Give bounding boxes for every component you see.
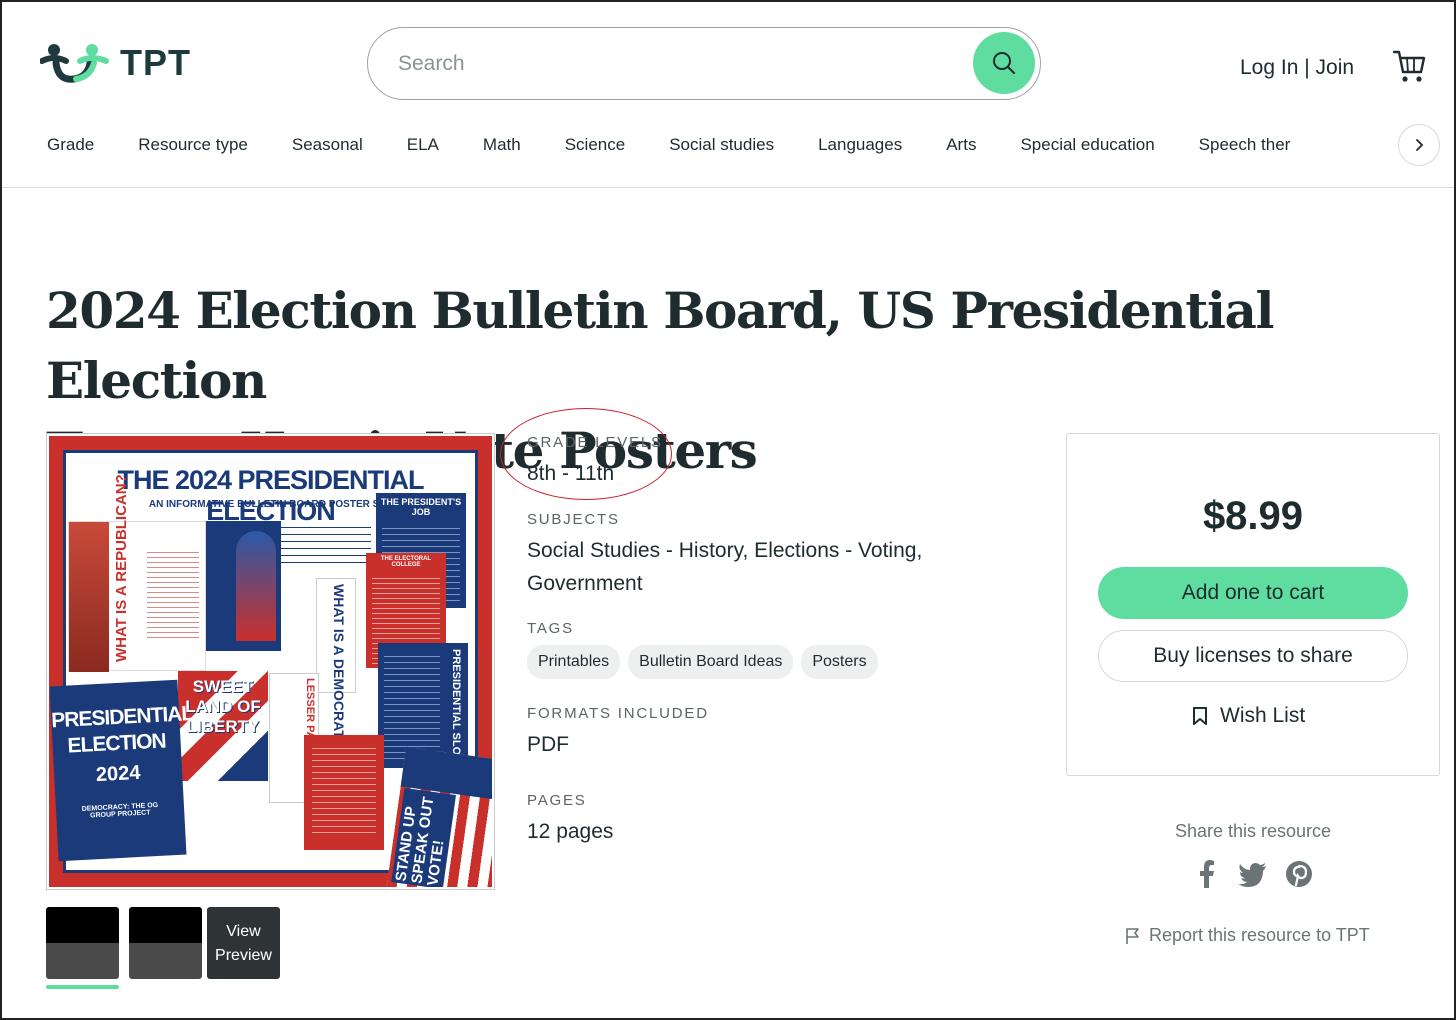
- search-input[interactable]: [398, 46, 958, 82]
- harris-portrait: [236, 531, 276, 641]
- twitter-icon[interactable]: [1238, 858, 1268, 890]
- election-timeline-poster: [304, 735, 384, 850]
- nav-item-grade[interactable]: Grade: [47, 135, 94, 159]
- login-join: Log In | Join: [1240, 56, 1354, 80]
- slogans-list: [384, 651, 440, 761]
- active-thumbnail-indicator: [46, 985, 119, 989]
- presidential-election-poster: PRESIDENTIAL ELECTION 2024 DEMOCRACY: TH…: [49, 679, 194, 862]
- tpt-logo-icon: [40, 44, 109, 83]
- price: $8.99: [1202, 494, 1304, 538]
- democrat-poster: [206, 521, 281, 651]
- nav-next-button[interactable]: [1398, 124, 1440, 166]
- shopping-cart-icon: [1392, 50, 1426, 82]
- flag-icon: [1126, 927, 1139, 944]
- thumbnail-1-bottom: [46, 943, 119, 979]
- nav-item-languages[interactable]: Languages: [818, 135, 902, 159]
- report-resource-link[interactable]: Report this resource to TPT: [1125, 925, 1370, 946]
- electoral-college-heading: THE ELECTORAL COLLEGE: [380, 556, 432, 568]
- search-bar: [367, 27, 1041, 100]
- republican-heading: WHAT IS A REPUBLICAN?: [113, 474, 130, 662]
- election-timeline-text: [312, 743, 376, 838]
- tpt-logo[interactable]: TPT: [40, 40, 191, 86]
- republican-poster: WHAT IS A REPUBLICAN?: [68, 474, 206, 672]
- democrat-heading: WHAT IS A DEMOCRAT?: [331, 584, 347, 748]
- bookmark-icon: [1193, 707, 1207, 725]
- tags-label: TAGS: [527, 620, 574, 637]
- grade-levels-value: 8th - 11th: [527, 462, 615, 485]
- facebook-icon[interactable]: [1192, 858, 1222, 890]
- tag-posters[interactable]: Posters: [801, 645, 878, 679]
- tag-printables[interactable]: Printables: [527, 645, 621, 679]
- presidents-job-heading: THE PRESIDENT'S JOB: [380, 497, 462, 517]
- search-icon: [993, 52, 1015, 74]
- subjects-value: Social Studies - History, Elections - Vo…: [527, 534, 922, 600]
- nav-item-resource-type[interactable]: Resource type: [138, 135, 248, 159]
- pages-label: PAGES: [527, 792, 587, 809]
- nav-item-social-studies[interactable]: Social studies: [669, 135, 774, 159]
- product-image[interactable]: THE 2024 PRESIDENTIAL ELECTION AN INFORM…: [46, 433, 495, 890]
- pages-value: 12 pages: [527, 820, 614, 843]
- stand-up-text: STAND UP SPEAK OUT VOTE!: [391, 787, 456, 887]
- formats-value: PDF: [527, 733, 569, 756]
- thumbnail-2[interactable]: [129, 907, 202, 979]
- subjects-label: SUBJECTS: [527, 511, 620, 528]
- wish-list-button[interactable]: Wish List: [1192, 704, 1305, 728]
- poster-artwork: THE 2024 PRESIDENTIAL ELECTION AN INFORM…: [49, 436, 492, 887]
- view-preview-line2: Preview: [215, 947, 272, 964]
- poster-year: 2024: [95, 761, 141, 787]
- share-label: Share this resource: [1174, 821, 1332, 841]
- wish-list-label: Wish List: [1220, 704, 1306, 727]
- product-title-line1: 2024 Election Bulletin Board, US Preside…: [46, 281, 1275, 410]
- view-preview-line1: View: [226, 923, 261, 940]
- category-nav: Grade Resource type Seasonal ELA Math Sc…: [47, 135, 1334, 159]
- trump-portrait: [69, 522, 109, 672]
- subjects-line1[interactable]: Social Studies - History, Elections - Vo…: [527, 539, 922, 562]
- buy-licenses-button[interactable]: Buy licenses to share: [1098, 630, 1408, 682]
- democrat-heading-card: WHAT IS A DEMOCRAT?: [316, 578, 356, 747]
- cart-button[interactable]: [1392, 48, 1426, 89]
- nav-item-arts[interactable]: Arts: [946, 135, 976, 159]
- social-share-icons: [1192, 858, 1314, 890]
- nav-item-seasonal[interactable]: Seasonal: [292, 135, 363, 159]
- democracy-caption: DEMOCRACY: THE OG GROUP PROJECT: [81, 801, 159, 820]
- nav-item-science[interactable]: Science: [565, 135, 625, 159]
- report-resource-label: Report this resource to TPT: [1149, 925, 1370, 945]
- subjects-line2[interactable]: Government: [527, 572, 643, 595]
- formats-label: FORMATS INCLUDED: [527, 705, 709, 722]
- logo-text: TPT: [120, 42, 191, 83]
- nav-item-ela[interactable]: ELA: [407, 135, 439, 159]
- thumbnail-2-top: [129, 907, 202, 943]
- poster-board: THE 2024 PRESIDENTIAL ELECTION AN INFORM…: [49, 450, 492, 887]
- grade-levels-label: GRADE LEVELS: [527, 434, 663, 451]
- sweet-land-poster: SWEET LAND OF LIBERTY: [178, 671, 268, 781]
- chevron-right-icon: [1416, 139, 1424, 151]
- thumbnail-1[interactable]: [46, 907, 119, 979]
- republican-text: [147, 548, 199, 638]
- nav-item-special-education[interactable]: Special education: [1020, 135, 1154, 159]
- pinterest-icon[interactable]: [1284, 858, 1314, 890]
- nav-item-speech-therapy[interactable]: Speech ther: [1199, 135, 1291, 159]
- login-link[interactable]: Log In: [1240, 56, 1298, 79]
- add-to-cart-button[interactable]: Add one to cart: [1098, 567, 1408, 619]
- nav-item-math[interactable]: Math: [483, 135, 521, 159]
- thumbnail-2-bottom: [129, 943, 202, 979]
- presidential-election-heading: PRESIDENTIAL ELECTION: [50, 702, 194, 758]
- search-button[interactable]: [973, 32, 1035, 94]
- site-header: TPT Log In | Join Grade Resource type Se…: [0, 0, 1456, 188]
- join-link[interactable]: Join: [1316, 56, 1355, 79]
- tags-list: Printables Bulletin Board Ideas Posters: [527, 645, 878, 679]
- login-separator: |: [1298, 56, 1316, 79]
- thumbnail-1-top: [46, 907, 119, 943]
- update-note: [281, 521, 371, 566]
- tag-bulletin-board-ideas[interactable]: Bulletin Board Ideas: [628, 645, 794, 679]
- view-preview-button[interactable]: View Preview: [207, 907, 280, 979]
- stand-up-poster: STAND UP SPEAK OUT VOTE!: [386, 746, 492, 887]
